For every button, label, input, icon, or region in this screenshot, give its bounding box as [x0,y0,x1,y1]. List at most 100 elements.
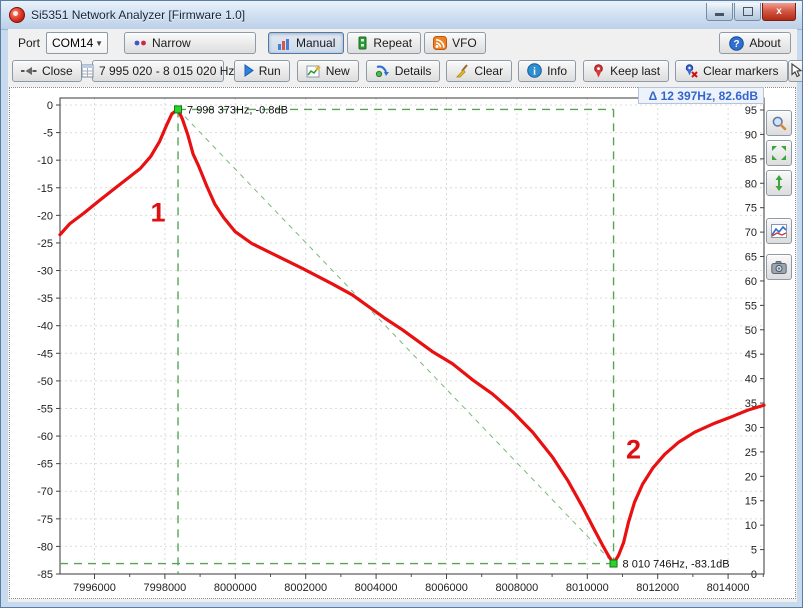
keep-last-button[interactable]: Keep last [583,60,669,82]
svg-text:-15: -15 [37,183,53,195]
details-label: Details [395,64,432,78]
zoom-tool-button[interactable] [766,110,792,136]
magnifier-icon [771,115,787,131]
svg-text:7996000: 7996000 [73,582,116,594]
info-icon: i [527,63,542,78]
window-title: Si5351 Network Analyzer [Firmware 1.0] [31,8,245,22]
info-label: Info [547,64,567,78]
svg-text:20: 20 [745,471,757,483]
svg-text:-55: -55 [37,403,53,415]
about-label: About [749,36,780,50]
close-window-button[interactable]: x [762,3,796,21]
svg-text:55: 55 [745,300,757,312]
minimize-button[interactable] [706,3,733,21]
repeat-label: Repeat [373,36,412,50]
mini-chart-icon [771,224,787,238]
camera-icon [771,261,787,274]
save-chart-button[interactable] [766,218,792,244]
svg-text:-35: -35 [37,293,53,305]
svg-text:65: 65 [745,252,757,264]
fit-all-button[interactable] [766,140,792,166]
svg-text:?: ? [734,39,740,50]
svg-text:8014000: 8014000 [707,582,750,594]
svg-text:40: 40 [745,374,757,386]
run-label: Run [259,64,281,78]
svg-text:80: 80 [745,178,757,190]
svg-text:2: 2 [626,435,641,465]
arrow-detail-icon [375,64,390,77]
vfo-label: VFO [452,36,477,50]
rss-icon [433,36,447,50]
svg-text:8012000: 8012000 [636,582,679,594]
pin-delete-icon [684,64,698,78]
svg-text:85: 85 [745,154,757,166]
port-label: Port [18,36,40,50]
details-button[interactable]: Details [366,60,441,82]
port-select[interactable]: COM14 ▼ [46,32,108,54]
narrow-dots-icon [133,38,147,48]
svg-text:-65: -65 [37,459,53,471]
frequency-range-button[interactable]: 7 995 020 - 8 015 020 Hz [92,60,224,82]
app-window: Si5351 Network Analyzer [Firmware 1.0] x… [0,0,803,608]
svg-text:1: 1 [151,197,166,227]
vfo-button[interactable]: VFO [424,32,486,54]
toolbar-row-1: Port COM14 ▼ Narrow Manual [8,29,797,57]
svg-text:7 998 373Hz, -0.8dB: 7 998 373Hz, -0.8dB [187,104,288,116]
svg-text:-5: -5 [43,128,53,140]
client-area: Port COM14 ▼ Narrow Manual [8,29,797,602]
svg-text:-40: -40 [37,321,53,333]
maximize-button[interactable] [734,3,761,21]
svg-text:25: 25 [745,447,757,459]
narrow-label: Narrow [152,36,191,50]
svg-text:90: 90 [745,129,757,141]
port-value: COM14 [52,36,93,50]
close-session-label: Close [42,64,73,78]
svg-text:i: i [533,67,536,78]
fit-vertical-button[interactable] [766,170,792,196]
svg-text:8008000: 8008000 [495,582,538,594]
vertical-arrows-icon [773,175,785,191]
close-session-button[interactable]: Close [12,60,82,82]
clear-markers-button[interactable]: Clear markers [675,60,787,82]
svg-text:5: 5 [751,545,757,557]
titlebar: Si5351 Network Analyzer [Firmware 1.0] x [1,1,803,30]
clear-label: Clear [474,64,503,78]
svg-text:8006000: 8006000 [425,582,468,594]
bar-chart-icon [277,37,291,50]
svg-text:8004000: 8004000 [355,582,398,594]
repeat-button[interactable]: Repeat [347,32,421,54]
svg-text:-10: -10 [37,155,53,167]
svg-text:10: 10 [745,520,757,532]
clear-markers-label: Clear markers [703,64,778,78]
delta-readout: Δ 12 397Hz, 82.6dB [638,87,764,104]
svg-text:15: 15 [745,496,757,508]
svg-text:-80: -80 [37,541,53,553]
svg-text:30: 30 [745,422,757,434]
screenshot-button[interactable] [766,254,792,280]
new-label: New [326,64,350,78]
svg-text:-25: -25 [37,238,53,250]
film-strip-icon [356,36,368,50]
run-button[interactable]: Run [234,60,290,82]
plug-icon [21,65,37,77]
chevron-down-icon: ▼ [95,39,103,48]
clear-button[interactable]: Clear [446,60,512,82]
svg-text:8010000: 8010000 [566,582,609,594]
pointer-tool-button[interactable] [788,60,803,82]
svg-text:-60: -60 [37,431,53,443]
frequency-range-label: 7 995 020 - 8 015 020 Hz [99,64,234,78]
new-chart-icon [306,64,321,78]
info-button[interactable]: i Info [518,60,576,82]
new-button[interactable]: New [297,60,359,82]
about-button[interactable]: ? About [719,32,791,54]
play-icon [243,64,254,77]
network-analyzer-plot[interactable]: 7996000799800080000008002000800400080060… [10,88,795,598]
manual-button[interactable]: Manual [268,32,344,54]
app-icon [9,7,25,23]
svg-text:-20: -20 [37,210,53,222]
spreadsheet-icon [81,64,94,78]
svg-text:-50: -50 [37,376,53,388]
svg-text:-70: -70 [37,486,53,498]
help-icon: ? [729,36,744,51]
narrow-button[interactable]: Narrow [124,32,256,54]
